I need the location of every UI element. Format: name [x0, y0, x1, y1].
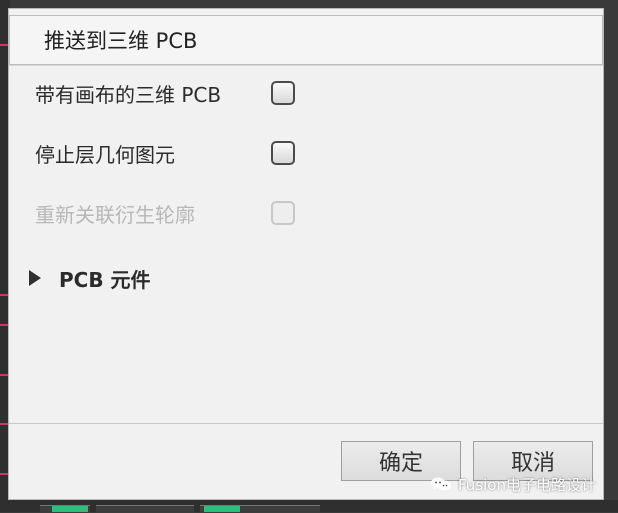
checkbox-stop-layer-geometry[interactable] — [271, 141, 295, 165]
checkbox-3d-pcb-with-canvas[interactable] — [271, 81, 295, 105]
background-layer-mark — [0, 294, 8, 296]
pcb-components-expander[interactable]: PCB 元件 — [29, 263, 269, 293]
push-to-3d-pcb-dialog: 推送到三维 PCB 带有画布的三维 PCB 停止层几何图元 重新关联衍生轮廓 P… — [8, 8, 604, 500]
pcb-components-label: PCB 元件 — [59, 267, 151, 292]
footer-divider — [9, 423, 603, 424]
option-label: 重新关联衍生轮廓 — [35, 202, 195, 227]
watermark: Fusion电子电路设计 — [430, 472, 596, 496]
background-layer-mark — [0, 374, 8, 376]
watermark-text: Fusion电子电路设计 — [458, 475, 596, 494]
background-layer-mark — [0, 423, 8, 425]
background-green-indicator — [204, 506, 240, 512]
triangle-right-icon — [29, 270, 41, 286]
dialog-titlebar[interactable]: 推送到三维 PCB — [9, 15, 603, 65]
option-label: 带有画布的三维 PCB — [35, 82, 222, 107]
option-label: 停止层几何图元 — [35, 142, 175, 167]
checkbox-reassociate-derived-outline — [271, 201, 295, 225]
background-layer-mark — [0, 44, 8, 46]
background-green-indicator — [52, 506, 88, 512]
background-layer-mark — [0, 473, 8, 475]
wechat-icon — [430, 476, 452, 492]
dialog-title: 推送到三维 PCB — [44, 29, 198, 53]
background-layer-mark — [0, 324, 8, 326]
